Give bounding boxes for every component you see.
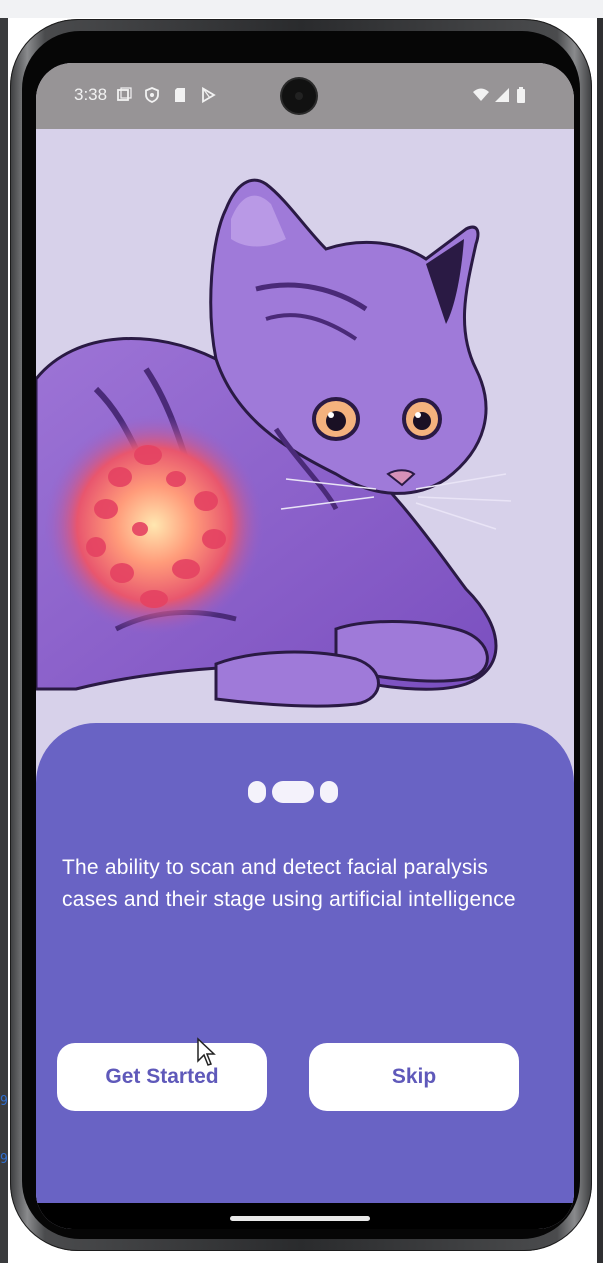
page-indicator-dot-active bbox=[272, 781, 314, 803]
phone-device-frame: 3:38 The ability to scan and detect faci… bbox=[10, 19, 592, 1251]
home-indicator[interactable] bbox=[230, 1216, 370, 1221]
code-fragment: 9 bbox=[0, 1152, 8, 1167]
get-started-button[interactable]: Get Started bbox=[57, 1043, 267, 1111]
battery-icon bbox=[517, 87, 525, 103]
signal-icon bbox=[495, 88, 509, 102]
page-indicator-dot bbox=[320, 781, 338, 803]
skip-button[interactable]: Skip bbox=[309, 1043, 519, 1111]
editor-background-right bbox=[597, 18, 603, 1263]
mouse-cursor-icon bbox=[197, 1037, 216, 1066]
window-top-strip bbox=[0, 0, 603, 18]
onboarding-panel: The ability to scan and detect facial pa… bbox=[36, 723, 574, 1203]
front-camera bbox=[282, 79, 316, 113]
code-fragment: 9 bbox=[0, 1094, 8, 1109]
phone-screen: 3:38 The ability to scan and detect faci… bbox=[36, 63, 574, 1229]
play-store-icon bbox=[202, 87, 216, 103]
cat-illustration bbox=[36, 129, 574, 729]
status-bar: 3:38 bbox=[36, 63, 574, 129]
page-indicator-dot bbox=[248, 781, 266, 803]
wifi-icon bbox=[473, 88, 489, 101]
page-indicator bbox=[248, 781, 338, 805]
onboarding-description: The ability to scan and detect facial pa… bbox=[62, 856, 516, 911]
shield-icon bbox=[145, 87, 159, 103]
status-time: 3:38 bbox=[74, 85, 108, 104]
screen-record-icon bbox=[117, 87, 132, 101]
editor-background-left bbox=[0, 18, 8, 1263]
sim-card-icon bbox=[175, 88, 185, 102]
navigation-bar bbox=[36, 1203, 574, 1229]
